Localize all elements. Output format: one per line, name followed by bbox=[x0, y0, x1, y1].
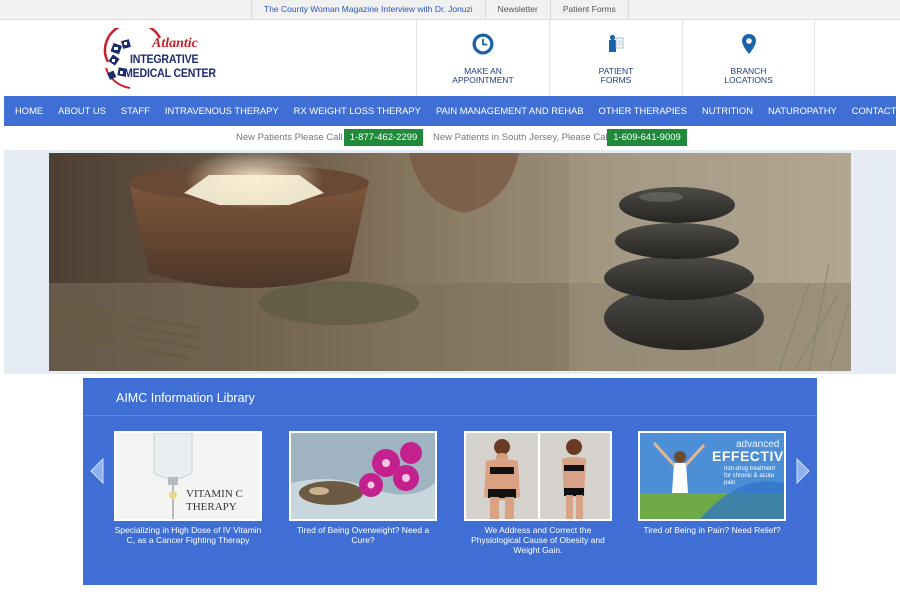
library-card-caption: Tired of Being in Pain? Need Relief? bbox=[643, 525, 781, 535]
library-card-caption: Tired of Being Overweight? Need a Cure? bbox=[296, 525, 430, 545]
spa-stones-image bbox=[49, 153, 851, 371]
carousel-next-arrow-icon[interactable] bbox=[795, 458, 811, 484]
nav-item-about-us[interactable]: ABOUT US bbox=[51, 96, 114, 126]
nav-item-other-therapies[interactable]: OTHER THERAPIES bbox=[591, 96, 694, 126]
quick-link-label-2: LOCATIONS bbox=[724, 75, 773, 85]
phone-button-south-jersey[interactable]: 1-609-641-9009 bbox=[607, 129, 687, 146]
orchid-image bbox=[291, 433, 435, 519]
carousel-prev-arrow-icon[interactable] bbox=[89, 458, 105, 484]
library-card-caption: We Address and Correct the Physiological… bbox=[471, 525, 605, 555]
nav-item-staff[interactable]: STAFF bbox=[113, 96, 157, 126]
logo-atlantic: Atlantic bbox=[152, 36, 198, 51]
before-after-image bbox=[464, 431, 612, 521]
vitamin-c-image: VITAMIN C THERAPY bbox=[114, 431, 262, 521]
map-pin-icon bbox=[741, 34, 756, 54]
quick-link-patient-forms[interactable]: PATIENT FORMS bbox=[549, 20, 682, 96]
library-card-pain-relief[interactable]: advanced EFFECTIVE non-drug treatment fo… bbox=[638, 431, 786, 535]
site-logo[interactable]: Atlantic INTEGRATIVE MEDICAL CENTER bbox=[100, 28, 220, 90]
nav-item-nutrition[interactable]: NUTRITION bbox=[694, 96, 760, 126]
top-link-interview[interactable]: The County Woman Magazine Interview with… bbox=[251, 0, 485, 20]
nav-item-pain-management[interactable]: PAIN MANAGEMENT AND REHAB bbox=[428, 96, 591, 126]
new-patients-label: New Patients Please Call bbox=[236, 132, 343, 143]
library-card-overweight[interactable]: Tired of Being Overweight? Need a Cure? bbox=[289, 431, 437, 545]
library-card-obesity[interactable]: We Address and Correct the Physiological… bbox=[464, 431, 612, 555]
library-card-vitamin-c[interactable]: VITAMIN C THERAPY Specializing in High D… bbox=[114, 431, 262, 545]
site-header: Atlantic INTEGRATIVE MEDICAL CENTER MAKE… bbox=[0, 20, 900, 96]
clock-icon bbox=[472, 33, 494, 55]
hero-section bbox=[4, 150, 896, 374]
library-title: AIMC Information Library bbox=[116, 391, 255, 405]
nav-item-contact[interactable]: CONTACT bbox=[844, 96, 900, 126]
main-nav: HOME ABOUT US STAFF INTRAVENOUS THERAPY … bbox=[4, 96, 896, 126]
south-jersey-label: New Patients in South Jersey, Please Cal… bbox=[433, 132, 610, 143]
library-divider bbox=[83, 415, 817, 416]
phone-bar: New Patients Please Call 1-877-462-2299 … bbox=[0, 128, 900, 148]
hero-banner-image bbox=[49, 153, 851, 371]
before-after-photo bbox=[466, 433, 610, 519]
nav-item-naturopathy[interactable]: NATUROPATHY bbox=[760, 96, 844, 126]
pain-image-text-subtitle: non-drug treatment for chronic & acute p… bbox=[724, 466, 776, 486]
quick-link-branch-locations[interactable]: BRANCH LOCATIONS bbox=[682, 20, 815, 96]
nav-item-intravenous-therapy[interactable]: INTRAVENOUS THERAPY bbox=[157, 96, 286, 126]
top-links: The County Woman Magazine Interview with… bbox=[251, 0, 629, 20]
info-library: AIMC Information Library VITAMIN C THERA… bbox=[83, 378, 817, 585]
top-link-newsletter[interactable]: Newsletter bbox=[484, 0, 550, 20]
vitamin-c-image-text: VITAMIN C THERAPY bbox=[186, 488, 243, 513]
top-bar: The County Woman Magazine Interview with… bbox=[0, 0, 900, 20]
pain-image-text-effective: EFFECTIVE bbox=[712, 448, 786, 464]
top-link-patient-forms[interactable]: Patient Forms bbox=[549, 0, 629, 20]
logo-line-2: MEDICAL CENTER bbox=[124, 68, 216, 80]
quick-link-appointment[interactable]: MAKE AN APPOINTMENT bbox=[416, 20, 549, 96]
logo-line-1: INTEGRATIVE bbox=[130, 54, 199, 66]
nav-item-home[interactable]: HOME bbox=[4, 96, 51, 126]
nav-item-rx-weight-loss[interactable]: RX WEIGHT LOSS THERAPY bbox=[286, 96, 428, 126]
phone-button-main[interactable]: 1-877-462-2299 bbox=[344, 129, 423, 146]
quick-link-label-2: FORMS bbox=[600, 75, 632, 85]
quick-link-label-2: APPOINTMENT bbox=[452, 75, 514, 85]
pain-relief-image: advanced EFFECTIVE non-drug treatment fo… bbox=[638, 431, 786, 521]
patient-forms-icon bbox=[609, 34, 624, 52]
library-card-caption: Specializing in High Dose of IV Vitamin … bbox=[114, 525, 262, 545]
orchid-stones-image bbox=[289, 431, 437, 521]
